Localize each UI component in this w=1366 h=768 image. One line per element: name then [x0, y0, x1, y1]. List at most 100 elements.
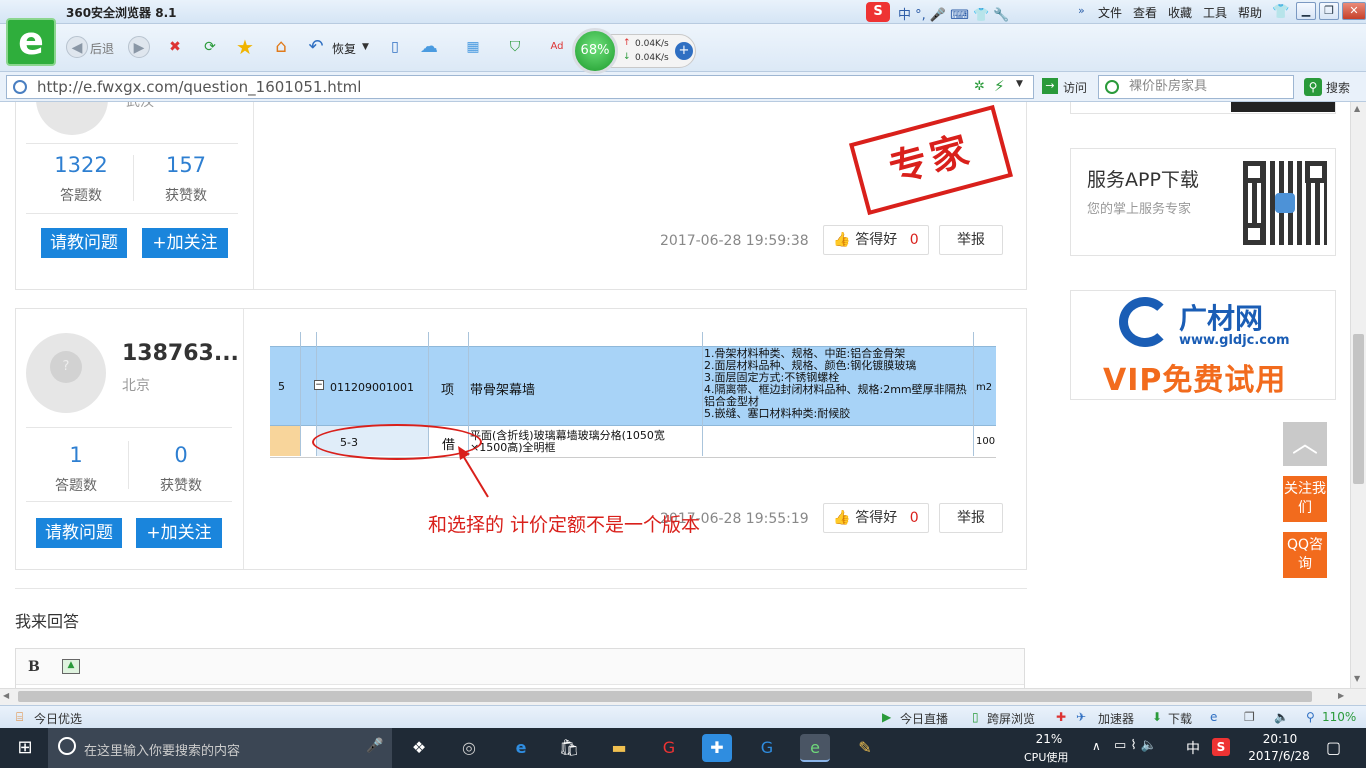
- user-location: 北京: [122, 378, 150, 394]
- cloud-icon[interactable]: ☁: [418, 36, 440, 58]
- accelerator[interactable]: 加速器: [1098, 710, 1134, 727]
- store-icon[interactable]: 🛍: [554, 734, 584, 762]
- chevron-double-icon[interactable]: »: [1078, 4, 1085, 17]
- avatar[interactable]: [36, 102, 108, 135]
- restore-tab-icon[interactable]: ↶: [305, 36, 327, 58]
- scroll-thumb[interactable]: [18, 691, 1312, 702]
- back-icon[interactable]: ◀: [66, 36, 88, 58]
- url-dropdown-icon[interactable]: ▼: [1016, 79, 1023, 89]
- home-icon[interactable]: ⌂: [270, 36, 292, 58]
- apps-icon[interactable]: ▦: [462, 36, 484, 58]
- notification-icon[interactable]: ▢: [1326, 738, 1341, 757]
- scroll-left-icon[interactable]: ◀: [3, 691, 9, 700]
- user-name[interactable]: 138763...: [122, 341, 239, 366]
- image-icon[interactable]: ▲: [62, 659, 80, 674]
- ask-question-button[interactable]: 请教问题: [41, 228, 127, 258]
- favorite-star-icon[interactable]: ★: [234, 36, 256, 58]
- folder-icon[interactable]: ▬: [604, 734, 634, 762]
- zoom-icon[interactable]: ⚲: [1306, 710, 1315, 724]
- report-button[interactable]: 举报: [939, 225, 1003, 255]
- window-icon[interactable]: ❐: [1244, 710, 1255, 724]
- report-button[interactable]: 举报: [939, 503, 1003, 533]
- app-icon[interactable]: G: [752, 734, 782, 762]
- restore-label[interactable]: 恢复: [332, 40, 356, 57]
- cross-screen[interactable]: 跨屏浏览: [987, 710, 1035, 727]
- zoom-level[interactable]: 110%: [1322, 710, 1356, 724]
- edge-icon[interactable]: e: [506, 734, 536, 762]
- scroll-right-icon[interactable]: ▶: [1338, 691, 1344, 700]
- follow-button[interactable]: +加关注: [136, 518, 222, 548]
- back-label[interactable]: 后退: [90, 40, 114, 57]
- chevron-down-icon[interactable]: ▼: [362, 42, 369, 52]
- clock-time[interactable]: 20:10: [1250, 732, 1310, 746]
- search-icon[interactable]: ⚲: [1304, 78, 1322, 96]
- search-button[interactable]: 搜索: [1326, 79, 1350, 96]
- item-type: 项: [441, 383, 455, 398]
- vertical-scrollbar[interactable]: ▲ ▼: [1350, 102, 1366, 688]
- notes-icon[interactable]: ✎: [850, 734, 880, 762]
- menu-tools[interactable]: 工具: [1203, 4, 1227, 21]
- speaker-icon[interactable]: 🔈: [1274, 710, 1289, 724]
- windows-start-icon[interactable]: ⊞: [10, 734, 40, 762]
- menu-favorites[interactable]: 收藏: [1168, 4, 1192, 21]
- tray-chevron-icon[interactable]: ∧: [1092, 739, 1101, 753]
- scroll-thumb[interactable]: [1353, 334, 1364, 484]
- today-live[interactable]: 今日直播: [900, 710, 948, 727]
- rocket-icon: ✈: [1076, 710, 1087, 724]
- browser-taskbar-icon[interactable]: e: [800, 734, 830, 762]
- stop-icon[interactable]: ✖: [164, 36, 186, 58]
- today-picks[interactable]: 今日优选: [34, 710, 82, 727]
- follow-button[interactable]: +加关注: [142, 228, 228, 258]
- restore-button[interactable]: ❐: [1319, 2, 1339, 20]
- app-icon[interactable]: G: [654, 734, 684, 762]
- bold-button[interactable]: B: [28, 659, 40, 675]
- task-view-icon[interactable]: ❖: [404, 734, 434, 762]
- sogou-icon[interactable]: S: [1212, 738, 1230, 756]
- menu-file[interactable]: 文件: [1098, 4, 1122, 21]
- app-icon[interactable]: ✚: [702, 734, 732, 762]
- desc-line: 4.隔离带、框边封闭材料品种、规格:2mm壁厚非隔热铝合金型材: [704, 383, 967, 408]
- url-input[interactable]: http://e.fwxgx.com/question_1601051.html: [6, 75, 1034, 99]
- like-count-label: 获赞数: [165, 188, 207, 204]
- adblock-icon[interactable]: Ad: [546, 36, 568, 58]
- reply-editor[interactable]: B ▲: [15, 648, 1025, 688]
- visit-button[interactable]: 访问: [1063, 79, 1087, 96]
- taskbar-search[interactable]: 在这里输入你要搜索的内容 🎤: [48, 728, 392, 768]
- ad-banner[interactable]: 广材网 www.gldjc.com VIP免费试用: [1070, 290, 1336, 400]
- forward-icon[interactable]: ▶: [128, 36, 150, 58]
- ask-question-button[interactable]: 请教问题: [36, 518, 122, 548]
- refresh-icon[interactable]: ⟳: [199, 36, 221, 58]
- avatar[interactable]: ?: [26, 333, 106, 413]
- tray-icons[interactable]: ▭ ⌇ 🔈: [1114, 738, 1157, 753]
- shield-icon[interactable]: ⛉: [504, 36, 526, 58]
- row-header-cell: [270, 426, 300, 456]
- like-button[interactable]: 👍 答得好 0: [823, 503, 929, 533]
- downloads[interactable]: 下载: [1168, 710, 1192, 727]
- qq-consult-button[interactable]: QQ咨询: [1283, 532, 1327, 578]
- scroll-down-icon[interactable]: ▼: [1354, 674, 1360, 683]
- lightning-icon[interactable]: ⚡: [994, 77, 1005, 95]
- go-icon[interactable]: →: [1042, 78, 1058, 94]
- menu-view[interactable]: 查看: [1133, 4, 1157, 21]
- skin-icon[interactable]: 👕: [1272, 4, 1289, 20]
- phone-icon[interactable]: ▯: [384, 36, 406, 58]
- horizontal-scrollbar[interactable]: ◀ ▶: [0, 688, 1366, 705]
- minimize-button[interactable]: ▁: [1296, 2, 1316, 20]
- ime-status[interactable]: 中: [1186, 738, 1200, 758]
- ie-icon[interactable]: e: [1210, 710, 1217, 724]
- back-to-top-button[interactable]: ︿: [1283, 422, 1327, 466]
- speed-ball[interactable]: 68%: [572, 28, 618, 74]
- scroll-up-icon[interactable]: ▲: [1354, 104, 1360, 113]
- sogou-icon[interactable]: S: [866, 2, 890, 22]
- search-input[interactable]: 裸价卧房家具: [1098, 75, 1294, 99]
- app-icon[interactable]: ◎: [454, 734, 484, 762]
- speed-panel: ↑ 0.04K/s ↓ 0.04K/s +: [610, 34, 696, 68]
- follow-us-button[interactable]: 关注我们: [1283, 476, 1327, 522]
- clock-date[interactable]: 2017/6/28: [1246, 749, 1312, 763]
- app-download-card[interactable]: 服务APP下载 您的掌上服务专家: [1070, 148, 1336, 256]
- like-button[interactable]: 👍 答得好 0: [823, 225, 929, 255]
- plus-icon[interactable]: +: [675, 42, 693, 60]
- menu-help[interactable]: 帮助: [1238, 4, 1262, 21]
- ime-indicator[interactable]: 中 °, 🎤 ⌨ 👕 🔧: [898, 4, 1010, 23]
- close-button[interactable]: ✕: [1342, 2, 1366, 20]
